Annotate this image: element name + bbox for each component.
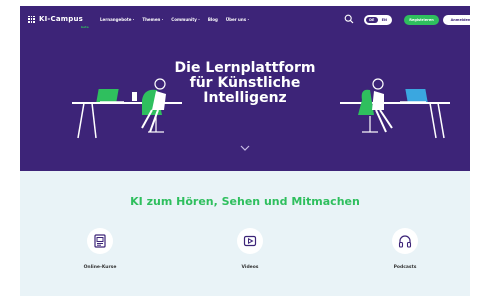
feature-label: Online-Kurse	[83, 265, 117, 270]
chevron-down-icon[interactable]	[240, 144, 250, 152]
nav-lernangebote[interactable]: Lernangebote ·	[100, 17, 134, 22]
hero-title: Die Lernplattform für Künstliche Intelli…	[145, 61, 345, 106]
video-play-icon	[243, 235, 257, 247]
feature-icon-circle	[237, 228, 263, 254]
nav-links: Lernangebote · Themen · Community · Blog…	[100, 17, 249, 22]
course-icon	[94, 234, 106, 248]
feature-online-kurse[interactable]: Online-Kurse	[70, 228, 130, 270]
top-nav: KI-Campus beta Lernangebote · Themen · C…	[20, 6, 470, 34]
ki-campus-logo[interactable]: KI-Campus	[28, 15, 83, 23]
login-button[interactable]: Anmelden	[443, 15, 470, 25]
search-icon[interactable]	[344, 14, 354, 24]
features-title: KI zum Hören, Sehen und Mitmachen	[130, 195, 360, 208]
feature-label: Podcasts	[393, 265, 417, 270]
nav-ueber-uns[interactable]: Über uns ·	[226, 17, 249, 22]
hero-title-line-1: Die Lernplattform	[174, 60, 316, 76]
logo-beta-label: beta	[81, 25, 89, 29]
feature-icon-circle	[392, 228, 418, 254]
register-button[interactable]: Registrieren	[404, 15, 439, 25]
hero-section: KI-Campus beta Lernangebote · Themen · C…	[20, 6, 470, 171]
headphones-icon	[398, 235, 412, 248]
lang-de-option[interactable]: DE	[366, 17, 378, 23]
logo-grid-icon	[28, 15, 35, 23]
logo-text: KI-Campus	[39, 15, 84, 23]
nav-community[interactable]: Community ·	[171, 17, 200, 22]
feature-videos[interactable]: Videos	[220, 228, 280, 270]
lang-en-option[interactable]: EN	[379, 17, 391, 23]
nav-blog[interactable]: Blog	[208, 17, 218, 22]
feature-podcasts[interactable]: Podcasts	[375, 228, 435, 270]
nav-themen[interactable]: Themen ·	[142, 17, 163, 22]
hero-title-line-2: für Künstliche	[189, 75, 301, 91]
feature-label: Videos	[241, 265, 259, 270]
feature-icon-circle	[87, 228, 113, 254]
person-at-desk-illustration-right	[340, 78, 450, 139]
hero-title-line-3: Intelligenz	[203, 90, 287, 106]
page: KI-Campus beta Lernangebote · Themen · C…	[20, 6, 470, 296]
language-toggle[interactable]: DE EN	[364, 15, 392, 25]
